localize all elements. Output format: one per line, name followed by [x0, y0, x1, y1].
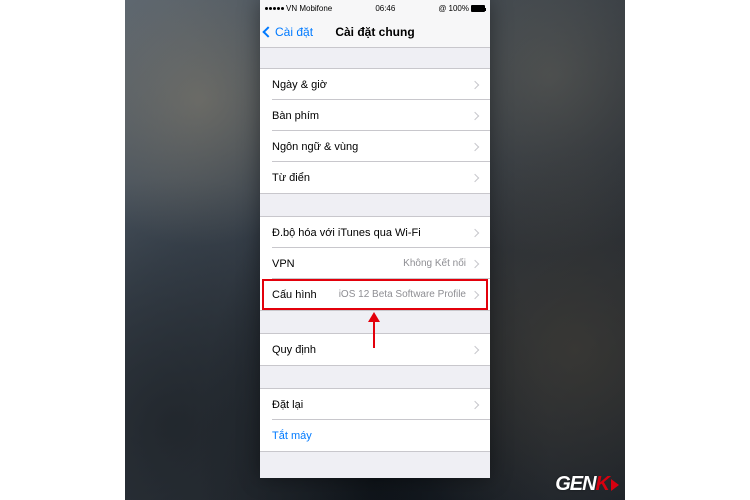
carrier-label: VN Mobifone [286, 4, 332, 13]
settings-row[interactable]: Đ.bộ hóa với iTunes qua Wi-Fi [260, 217, 490, 248]
row-label: Đ.bộ hóa với iTunes qua Wi-Fi [272, 227, 421, 239]
chevron-right-icon [471, 111, 479, 119]
chevron-right-icon [471, 345, 479, 353]
play-icon [611, 479, 619, 491]
row-label: Cấu hình [272, 289, 317, 301]
row-label: Đặt lại [272, 399, 303, 411]
settings-row[interactable]: Ngôn ngữ & vùng [260, 131, 490, 162]
row-label: VPN [272, 258, 295, 270]
status-time: 06:46 [375, 4, 395, 13]
settings-group: Ngày & giờ Bàn phím Ngôn ngữ & vùng Từ điển [260, 68, 490, 194]
chevron-right-icon [471, 142, 479, 150]
chevron-right-icon [471, 290, 479, 298]
settings-row[interactable]: VPNKhông Kết nối [260, 248, 490, 279]
settings-row[interactable]: Ngày & giờ [260, 69, 490, 100]
signal-icon [265, 7, 284, 10]
row-label: Quy định [272, 344, 316, 356]
chevron-right-icon [471, 80, 479, 88]
row-label: Ngày & giờ [272, 79, 327, 91]
chevron-left-icon [262, 26, 273, 37]
settings-row[interactable]: Từ điển [260, 162, 490, 193]
row-label: Từ điển [272, 172, 310, 184]
phone-screenshot: VN Mobifone 06:46 @ 100% Cài đặt Cài đặt… [260, 0, 490, 478]
settings-row[interactable]: Tắt máy [260, 420, 490, 451]
chevron-right-icon [471, 259, 479, 267]
watermark-logo: GENK [555, 473, 619, 496]
back-label: Cài đặt [275, 25, 313, 39]
row-label: Ngôn ngữ & vùng [272, 141, 358, 153]
settings-row[interactable]: Quy định [260, 334, 490, 365]
battery-percent: 100% [449, 4, 469, 13]
settings-group: Quy định [260, 333, 490, 366]
row-value: Không Kết nối [295, 258, 472, 269]
status-bar: VN Mobifone 06:46 @ 100% [260, 0, 490, 16]
settings-row[interactable]: Bàn phím [260, 100, 490, 131]
back-button[interactable]: Cài đặt [260, 25, 313, 39]
row-value: iOS 12 Beta Software Profile [317, 289, 472, 300]
chevron-right-icon [471, 400, 479, 408]
battery-icon [471, 5, 485, 12]
chevron-right-icon [471, 228, 479, 236]
navigation-bar: Cài đặt Cài đặt chung [260, 16, 490, 48]
settings-group: Đ.bộ hóa với iTunes qua Wi-Fi VPNKhông Kế… [260, 216, 490, 311]
row-label: Tắt máy [272, 430, 312, 442]
settings-row[interactable]: Đặt lại [260, 389, 490, 420]
chevron-right-icon [471, 173, 479, 181]
desktop-background: VN Mobifone 06:46 @ 100% Cài đặt Cài đặt… [125, 0, 625, 500]
settings-group: Đặt lại Tắt máy [260, 388, 490, 452]
row-label: Bàn phím [272, 110, 319, 122]
settings-row[interactable]: Cấu hìnhiOS 12 Beta Software Profile [260, 279, 490, 310]
